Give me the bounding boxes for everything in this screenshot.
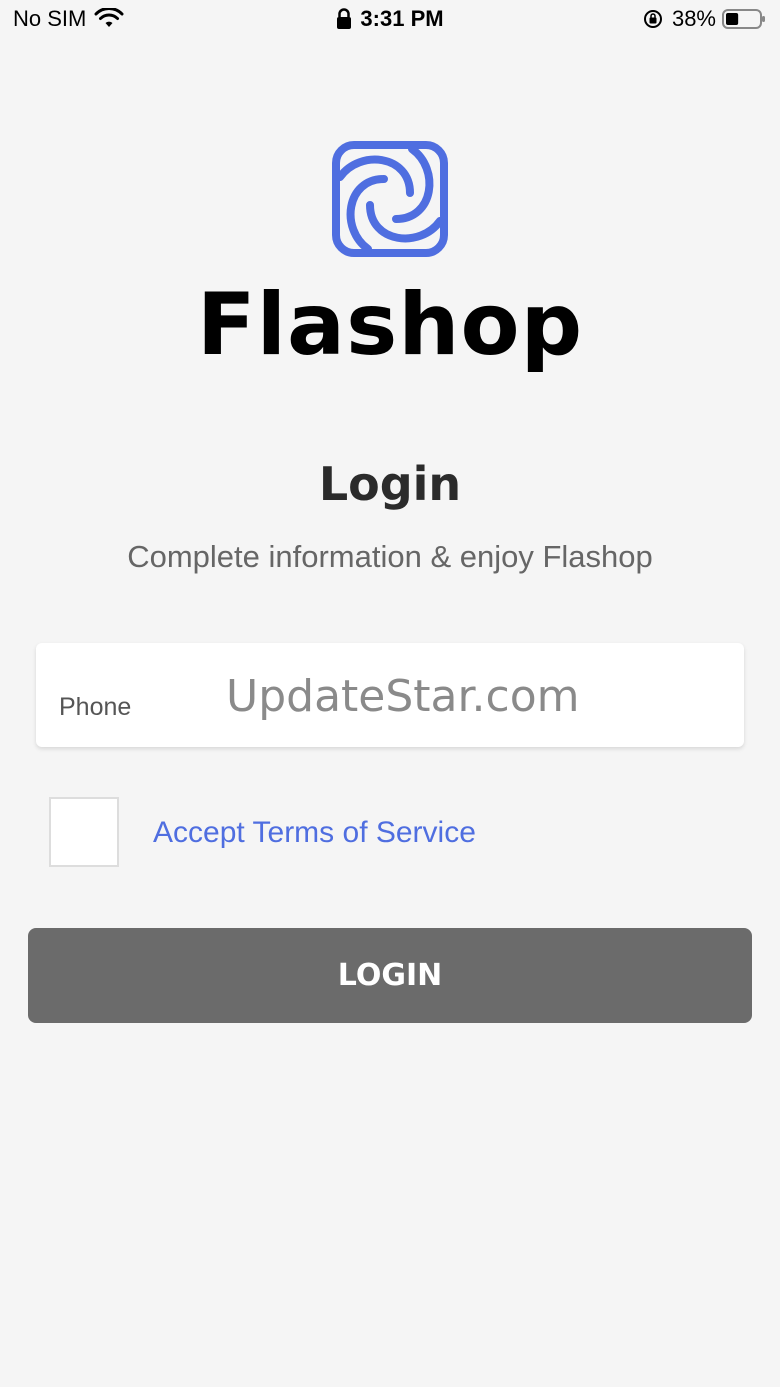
battery-percent: 38% [671,6,716,31]
phone-field[interactable]: Phone [36,643,744,747]
orientation-lock-icon [643,10,662,28]
login-button[interactable]: LOGIN [28,928,752,1023]
page-subtitle: Complete information & enjoy Flashop [127,539,653,574]
page-title: Login [318,457,462,511]
brand-name: Flashop [196,275,584,375]
terms-checkbox[interactable] [49,797,119,867]
status-bar: No SIM 3:31 PM 38% [0,0,780,40]
battery-icon [722,9,765,29]
terms-of-service-link[interactable]: Accept Terms of Service [153,813,476,853]
phone-input[interactable] [226,663,716,729]
status-time: 3:31 PM [360,6,444,31]
flashop-logo-icon [332,141,448,257]
phone-label: Phone [59,693,132,721]
status-right: 38% [642,6,766,32]
lock-icon [337,8,352,29]
